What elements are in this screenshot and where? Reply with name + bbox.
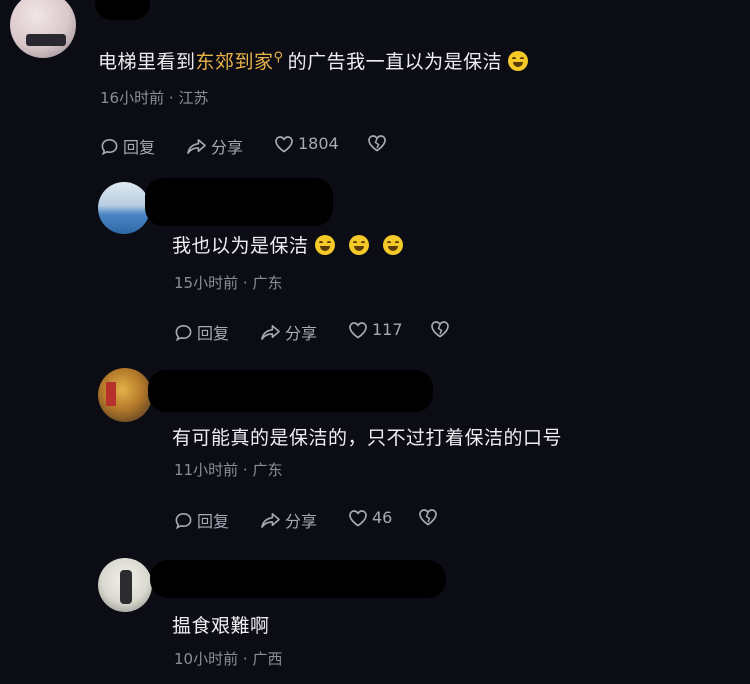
like-button[interactable]: 117 bbox=[348, 320, 403, 339]
laugh-cry-emoji bbox=[508, 51, 529, 71]
share-button[interactable]: 分享 bbox=[186, 134, 243, 158]
timestamp: 10小时前 bbox=[174, 650, 239, 668]
location: 广西 bbox=[252, 650, 283, 668]
timestamp: 16小时前 bbox=[100, 89, 165, 107]
like-count: 117 bbox=[372, 320, 403, 339]
redacted-username bbox=[145, 178, 333, 226]
redacted-username bbox=[95, 0, 150, 20]
broken-heart-icon bbox=[419, 509, 437, 526]
comment-meta: 15小时前 · 广东 bbox=[174, 274, 283, 292]
share-icon bbox=[261, 324, 280, 340]
share-button[interactable]: 分享 bbox=[260, 320, 317, 344]
dislike-button[interactable] bbox=[430, 320, 454, 338]
laugh-cry-emoji bbox=[348, 235, 369, 255]
timestamp: 11小时前 bbox=[174, 461, 239, 479]
timestamp: 15小时前 bbox=[174, 274, 239, 292]
location: 广东 bbox=[252, 461, 283, 479]
search-link[interactable]: 东郊到家 bbox=[196, 51, 274, 73]
heart-icon bbox=[275, 135, 293, 153]
comment-text: 我也以为是保洁 bbox=[172, 231, 403, 258]
comment-text: 电梯里看到东郊到家⚲ 的广告我一直以为是保洁 bbox=[98, 47, 529, 74]
reply-icon bbox=[175, 324, 192, 341]
comment-meta: 10小时前 · 广西 bbox=[174, 650, 283, 668]
location: 广东 bbox=[252, 274, 283, 292]
avatar[interactable] bbox=[98, 558, 152, 612]
search-icon[interactable]: ⚲ bbox=[274, 50, 284, 65]
broken-heart-icon bbox=[368, 135, 386, 152]
broken-heart-icon bbox=[431, 321, 449, 338]
like-count: 1804 bbox=[298, 134, 339, 153]
action-bar: 回复 分享 117 bbox=[174, 320, 474, 344]
location: 江苏 bbox=[178, 89, 209, 107]
comment-4: 揾食艰難啊 10小时前 · 广西 bbox=[0, 550, 750, 684]
dislike-button[interactable] bbox=[418, 508, 442, 526]
avatar[interactable] bbox=[98, 182, 150, 234]
action-bar: 回复 分享 1804 bbox=[100, 134, 400, 158]
heart-icon bbox=[349, 321, 367, 339]
reply-button[interactable]: 回复 bbox=[174, 320, 229, 344]
comment-2: 我也以为是保洁 15小时前 · 广东 回复 分享 117 bbox=[0, 170, 750, 360]
comment-text: 有可能真的是保洁的，只不过打着保洁的口号 bbox=[172, 427, 563, 449]
heart-icon bbox=[349, 509, 367, 527]
redacted-username bbox=[148, 370, 433, 412]
reply-button[interactable]: 回复 bbox=[174, 508, 229, 532]
comment-meta: 11小时前 · 广东 bbox=[174, 461, 283, 479]
comment-3: 有可能真的是保洁的，只不过打着保洁的口号 11小时前 · 广东 回复 分享 46 bbox=[0, 360, 750, 550]
like-button[interactable]: 46 bbox=[348, 508, 392, 527]
reply-icon bbox=[175, 512, 192, 529]
share-icon bbox=[261, 512, 280, 528]
share-button[interactable]: 分享 bbox=[260, 508, 317, 532]
share-icon bbox=[187, 138, 206, 154]
reply-icon bbox=[101, 138, 118, 155]
laugh-cry-emoji bbox=[314, 235, 335, 255]
comment-text: 揾食艰難啊 bbox=[172, 615, 270, 637]
reply-button[interactable]: 回复 bbox=[100, 134, 155, 158]
redacted-username bbox=[150, 560, 446, 598]
avatar[interactable] bbox=[98, 368, 152, 422]
laugh-cry-emoji bbox=[382, 235, 403, 255]
dislike-button[interactable] bbox=[367, 134, 391, 152]
like-count: 46 bbox=[372, 508, 393, 527]
comment-meta: 16小时前 · 江苏 bbox=[100, 89, 209, 107]
comment-1: 电梯里看到东郊到家⚲ 的广告我一直以为是保洁 16小时前 · 江苏 回复 分享 1… bbox=[0, 0, 750, 170]
action-bar: 回复 分享 46 bbox=[174, 508, 474, 532]
like-button[interactable]: 1804 bbox=[274, 134, 339, 153]
avatar[interactable] bbox=[10, 0, 76, 58]
